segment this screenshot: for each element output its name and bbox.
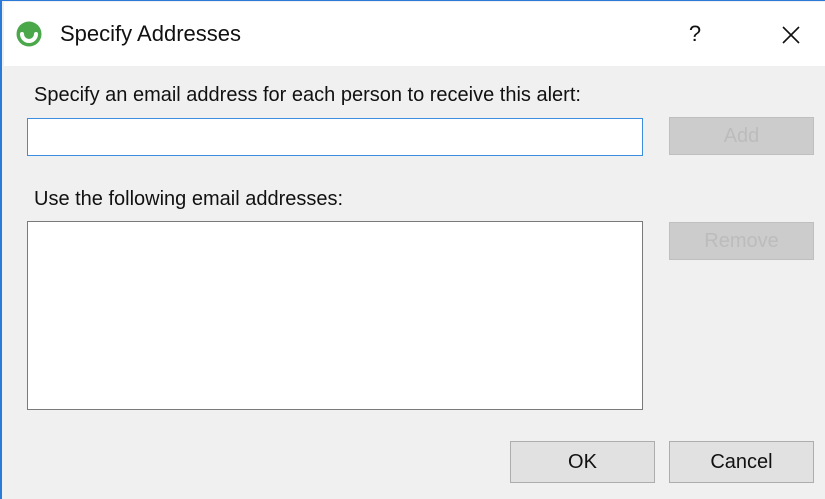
close-icon — [772, 26, 808, 55]
email-address-list[interactable] — [27, 221, 643, 410]
ok-button[interactable]: OK — [510, 441, 655, 483]
cancel-button[interactable]: Cancel — [669, 441, 814, 483]
title-bar: Specify Addresses ? — [4, 2, 825, 66]
close-button[interactable] — [772, 19, 808, 51]
specify-addresses-dialog: Specify Addresses ? Specify an email add… — [0, 0, 825, 499]
email-address-input[interactable] — [27, 118, 643, 156]
address-list-label: Use the following email addresses: — [34, 188, 344, 210]
add-button[interactable]: Add — [669, 117, 814, 155]
remove-button[interactable]: Remove — [669, 222, 814, 260]
app-logo-icon — [16, 21, 42, 47]
help-button[interactable]: ? — [680, 19, 710, 49]
email-prompt-label: Specify an email address for each person… — [34, 84, 581, 106]
dialog-title: Specify Addresses — [60, 21, 241, 46]
